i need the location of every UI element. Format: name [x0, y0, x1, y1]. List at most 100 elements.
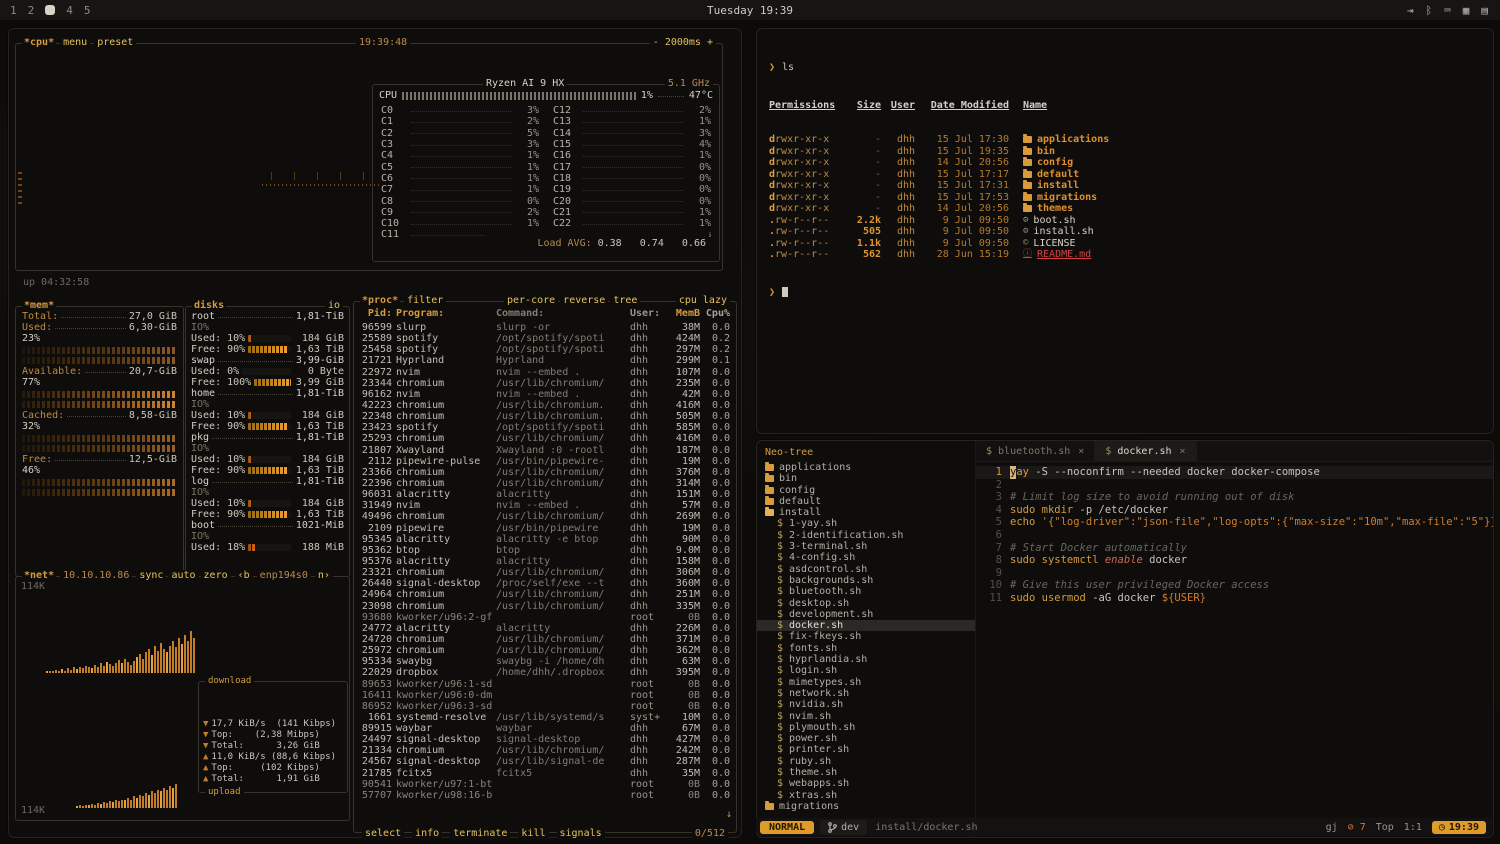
process-row[interactable]: 2112pipewire-pulse/usr/bin/pipewire-dhh1… — [356, 456, 734, 467]
tree-item-ruby.sh[interactable]: $ruby.sh — [757, 756, 975, 767]
proc-action-info[interactable]: info — [412, 828, 442, 839]
process-row[interactable]: 25293chromium/usr/lib/chromium/dhh416M0.… — [356, 433, 734, 444]
menu-button[interactable]: menu — [60, 37, 90, 48]
tree-item-hyprlandia.sh[interactable]: $hyprlandia.sh — [757, 654, 975, 665]
process-row[interactable]: 21334chromium/usr/lib/chromium/dhh242M0.… — [356, 745, 734, 756]
process-row[interactable]: 21785fcitx5fcitx5dhh35M0.0 — [356, 768, 734, 779]
process-row[interactable]: 95362btopbtopdhh9.0M0.0 — [356, 545, 734, 556]
tree-item-fix-fkeys.sh[interactable]: $fix-fkeys.sh — [757, 631, 975, 642]
tree-item-3-terminal.sh[interactable]: $3-terminal.sh — [757, 541, 975, 552]
tree-item-webapps.sh[interactable]: $webapps.sh — [757, 778, 975, 789]
tree-item-nvidia.sh[interactable]: $nvidia.sh — [757, 699, 975, 710]
proc-option-per-core[interactable]: per-core — [504, 295, 558, 306]
process-row[interactable]: 24772alacrittyalacrittydhh226M0.0 — [356, 623, 734, 634]
process-row[interactable]: 2109pipewire/usr/bin/pipewiredhh19M0.0 — [356, 523, 734, 534]
proc-header-0[interactable]: Pid: — [360, 308, 392, 319]
buffer-line[interactable]: 11sudo usermod -aG docker ${USER} — [976, 592, 1493, 605]
net-option-sync[interactable]: sync — [136, 570, 166, 581]
proc-header-1[interactable]: Program: — [396, 308, 492, 319]
buffer-line[interactable]: 3# Limit log size to avoid running out o… — [976, 491, 1493, 504]
proc-header-2[interactable]: Command: — [496, 308, 626, 319]
close-icon[interactable]: × — [1180, 446, 1186, 457]
tree-item-asdcontrol.sh[interactable]: $asdcontrol.sh — [757, 564, 975, 575]
process-row[interactable]: 86952kworker/u96:3-sdroot0B0.0 — [356, 701, 734, 712]
buffer-line[interactable]: 7# Start Docker automatically — [976, 542, 1493, 555]
process-row[interactable]: 49496chromium/usr/lib/chromium/dhh269M0.… — [356, 511, 734, 522]
process-row[interactable]: 23321chromium/usr/lib/chromium/dhh306M0.… — [356, 567, 734, 578]
bluetooth-icon[interactable]: ᛒ — [1426, 4, 1433, 17]
process-row[interactable]: 90541kworker/u97:1-btroot0B0.0 — [356, 779, 734, 790]
net-option-zero[interactable]: zero — [201, 570, 231, 581]
process-row[interactable]: 1661systemd-resolve/usr/lib/systemd/ssys… — [356, 712, 734, 723]
logout-icon[interactable]: ⇥ — [1407, 4, 1414, 17]
process-row[interactable]: 22972nvimnvim --embed .dhh107M0.0 — [356, 367, 734, 378]
btop-window[interactable]: *cpu* menu preset 19:39:48 - 2000ms + Ry… — [8, 28, 742, 838]
tree-item-printer.sh[interactable]: $printer.sh — [757, 744, 975, 755]
tree-item-login.sh[interactable]: $login.sh — [757, 665, 975, 676]
process-row[interactable]: 24567signal-desktop/usr/lib/signal-dedhh… — [356, 756, 734, 767]
tree-item-development.sh[interactable]: $development.sh — [757, 609, 975, 620]
code-buffer[interactable]: 1yay -S --noconfirm --needed docker dock… — [976, 462, 1493, 837]
process-row[interactable]: 22348chromium/usr/lib/chromium.dhh505M0.… — [356, 411, 734, 422]
tree-item-install[interactable]: install — [757, 507, 975, 518]
proc-option-reverse[interactable]: reverse — [560, 295, 608, 306]
iface-next-button[interactable]: n› — [315, 570, 333, 581]
scroll-down-icon[interactable]: ↓ — [726, 809, 732, 820]
proc-action-terminate[interactable]: terminate — [450, 828, 510, 839]
editor-pane[interactable]: $bluetooth.sh×$docker.sh× 1yay -S --noco… — [976, 441, 1493, 837]
net-option-auto[interactable]: auto — [168, 570, 198, 581]
process-row[interactable]: 23344chromium/usr/lib/chromium/dhh235M0.… — [356, 378, 734, 389]
tree-item-plymouth.sh[interactable]: $plymouth.sh — [757, 722, 975, 733]
tab-docker.sh[interactable]: $docker.sh× — [1095, 441, 1196, 461]
tree-item-nvim.sh[interactable]: $nvim.sh — [757, 711, 975, 722]
proc-action-signals[interactable]: signals — [557, 828, 605, 839]
process-row[interactable]: 25589spotify/opt/spotify/spotidhh424M0.2 — [356, 333, 734, 344]
buffer-line[interactable]: 8sudo systemctl enable docker — [976, 554, 1493, 567]
process-row[interactable]: 96162nvimnvim --embed .dhh42M0.0 — [356, 389, 734, 400]
process-row[interactable]: 23366chromium/usr/lib/chromium/dhh376M0.… — [356, 467, 734, 478]
process-row[interactable]: 26440signal-desktop/proc/self/exe --tdhh… — [356, 578, 734, 589]
tree-item-xtras.sh[interactable]: $xtras.sh — [757, 790, 975, 801]
update-interval-control[interactable]: - 2000ms + — [650, 37, 716, 48]
tree-item-applications[interactable]: applications — [757, 462, 975, 473]
process-row[interactable]: 95334swaybgswaybg -i /home/dhdhh63M0.0 — [356, 656, 734, 667]
tree-item-fonts.sh[interactable]: $fonts.sh — [757, 643, 975, 654]
neovim-window[interactable]: Neo-tree applicationsbinconfigdefaultins… — [756, 440, 1494, 838]
buffer-line[interactable]: 1yay -S --noconfirm --needed docker dock… — [976, 466, 1493, 479]
process-row[interactable]: 57707kworker/u98:16-broot0B0.0 — [356, 790, 734, 801]
tree-item-bin[interactable]: bin — [757, 473, 975, 484]
process-row[interactable]: 16411kworker/u96:0-dmroot0B0.0 — [356, 690, 734, 701]
process-row[interactable]: 22029dropbox/home/dhh/.dropboxdhh395M0.0 — [356, 667, 734, 678]
tree-item-4-config.sh[interactable]: $4-config.sh — [757, 552, 975, 563]
proc-header-3[interactable]: User: — [630, 308, 662, 319]
proc-action-kill[interactable]: kill — [518, 828, 548, 839]
proc-action-select[interactable]: select — [362, 828, 404, 839]
buffer-line[interactable]: 2 — [976, 479, 1493, 492]
tree-item-config[interactable]: config — [757, 485, 975, 496]
process-row[interactable]: 23423spotify/opt/spotify/spotidhh585M0.0 — [356, 422, 734, 433]
tree-item-default[interactable]: default — [757, 496, 975, 507]
proc-header-4[interactable]: MemB — [666, 308, 700, 319]
buffer-line[interactable]: 5echo '{"log-driver":"json-file","log-op… — [976, 516, 1493, 529]
tree-item-desktop.sh[interactable]: $desktop.sh — [757, 598, 975, 609]
process-row[interactable]: 23098chromium/usr/lib/chromium/dhh335M0.… — [356, 601, 734, 612]
buffer-line[interactable]: 4sudo mkdir -p /etc/docker — [976, 504, 1493, 517]
tab-bluetooth.sh[interactable]: $bluetooth.sh× — [976, 441, 1095, 461]
buffer-line[interactable]: 6 — [976, 529, 1493, 542]
tree-item-bluetooth.sh[interactable]: $bluetooth.sh — [757, 586, 975, 597]
prompt-line[interactable]: ❯ — [769, 287, 1481, 299]
process-row[interactable]: 21807XwaylandXwayland :0 -rootldhh187M0.… — [356, 445, 734, 456]
tree-item-1-yay.sh[interactable]: $1-yay.sh — [757, 518, 975, 529]
process-row[interactable]: 42223chromium/usr/lib/chromium.dhh416M0.… — [356, 400, 734, 411]
tree-item-power.sh[interactable]: $power.sh — [757, 733, 975, 744]
proc-option-tree[interactable]: tree — [610, 295, 640, 306]
io-toggle[interactable]: io — [325, 300, 343, 311]
process-row[interactable]: 93680kworker/u96:2-gfroot0B0.0 — [356, 612, 734, 623]
stats-icon[interactable]: ▦ — [1463, 4, 1470, 17]
process-row[interactable]: 24497signal-desktopsignal-desktopdhh427M… — [356, 734, 734, 745]
tree-item-docker.sh[interactable]: $docker.sh — [757, 620, 975, 631]
process-row[interactable]: 95345alacrittyalacritty -e btopdhh90M0.0 — [356, 534, 734, 545]
process-row[interactable]: 21721HyprlandHyprlanddhh299M0.1 — [356, 355, 734, 366]
preset-button[interactable]: preset — [94, 37, 136, 48]
iface-prev-button[interactable]: ‹b — [235, 570, 253, 581]
